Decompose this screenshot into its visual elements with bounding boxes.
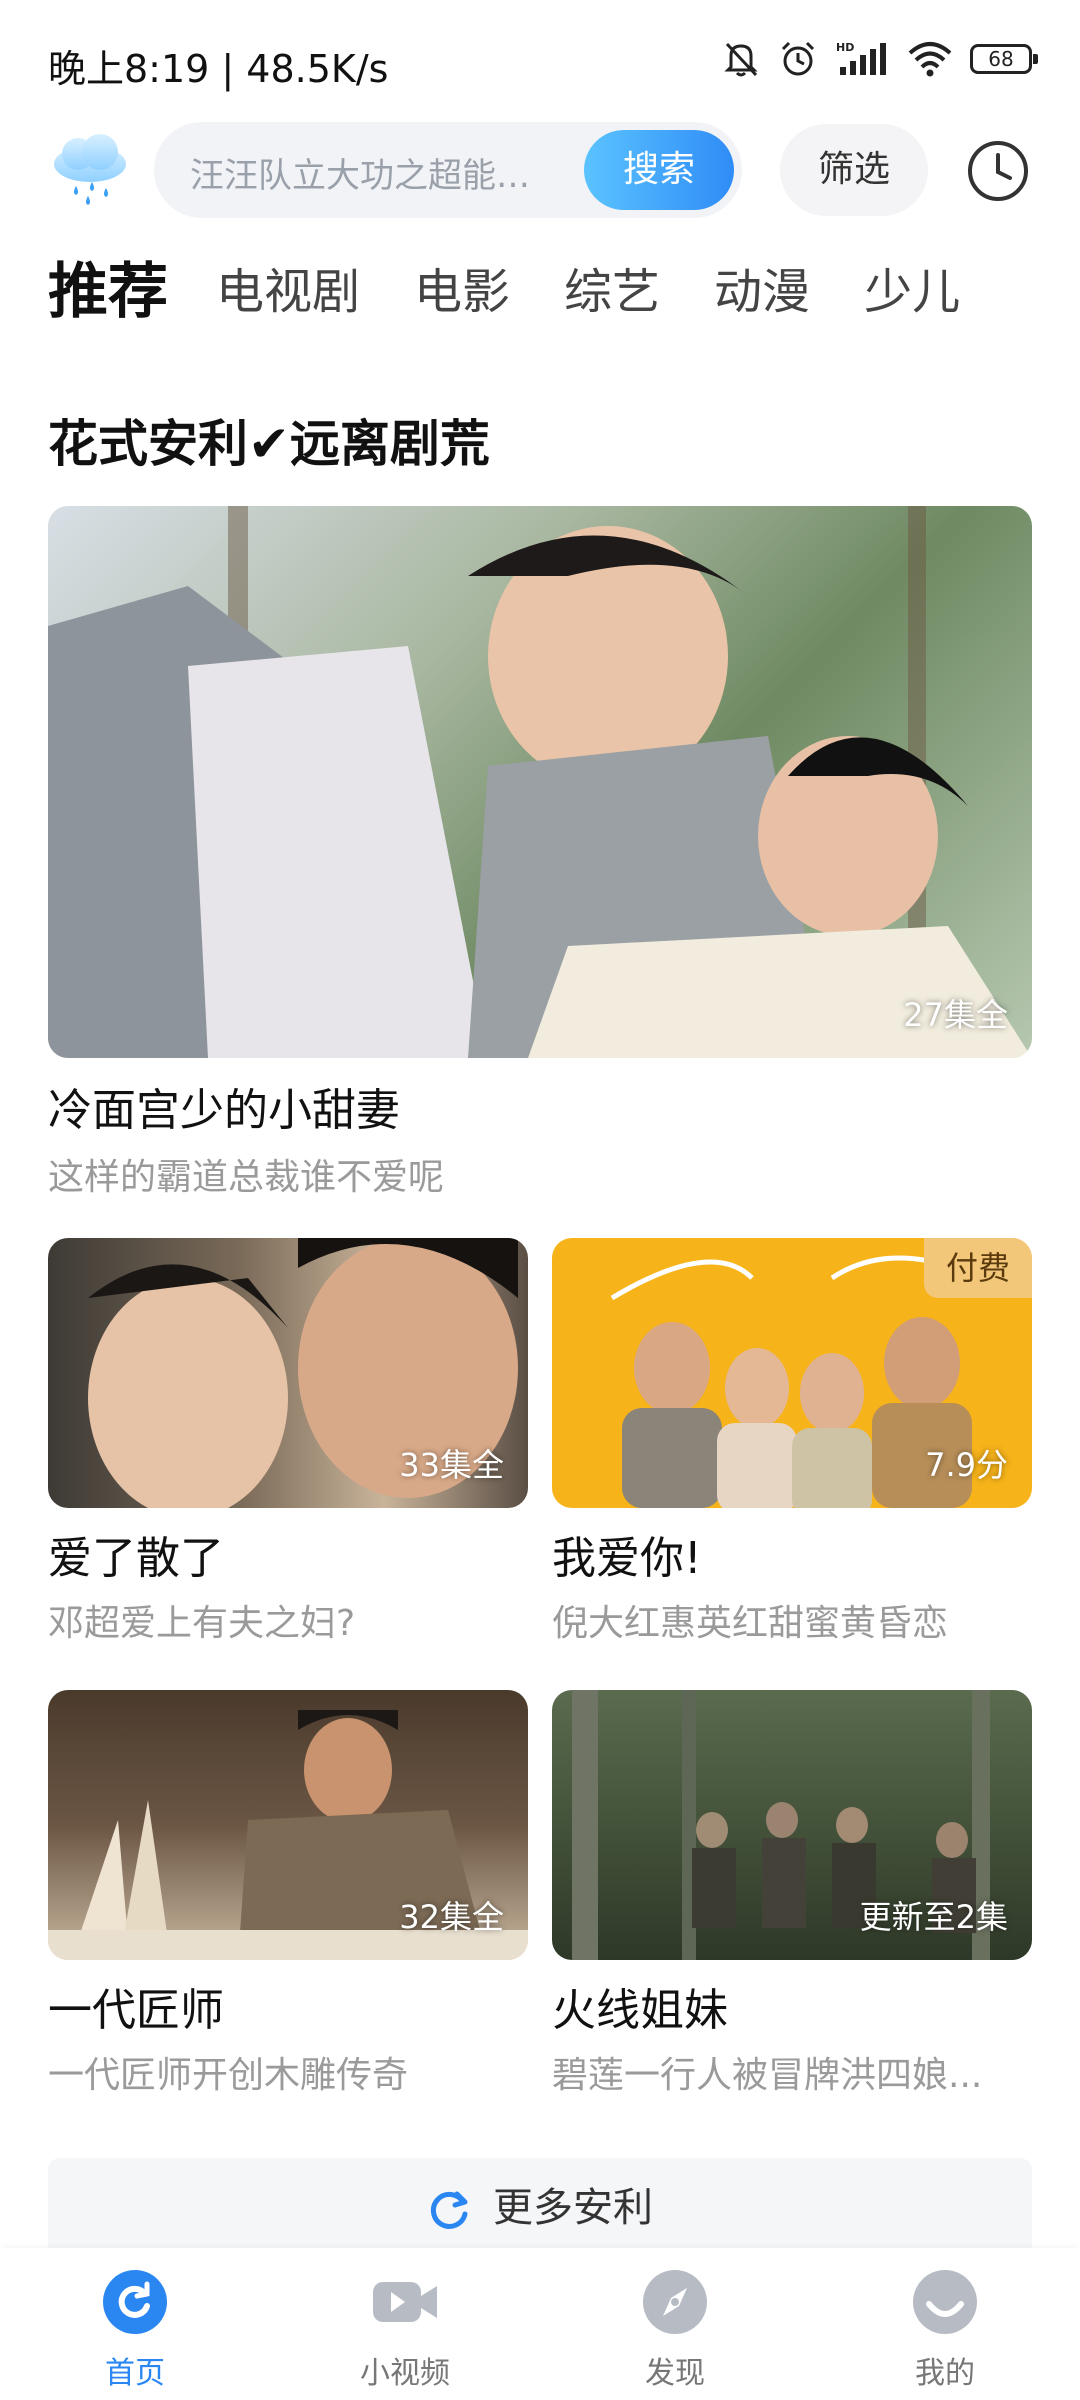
refresh-icon (430, 2191, 468, 2229)
featured-poster-art (48, 506, 1032, 1058)
featured-title[interactable]: 冷面宫少的小甜妻 (48, 1074, 400, 1138)
battery-icon: 68 (970, 44, 1038, 74)
section-title: 花式安利✔远离剧荒 (48, 415, 490, 473)
featured-subtitle: 这样的霸道总裁谁不爱呢 (48, 1157, 445, 1198)
episode-badge: 27集全 (903, 996, 1008, 1034)
poster-image[interactable]: 更新至2集 (552, 1690, 1032, 1960)
tab-variety[interactable]: 综艺 (564, 252, 660, 332)
hd-signal-icon: HD (836, 41, 886, 75)
filter-button[interactable]: 筛选 (780, 124, 928, 216)
item-subtitle: 倪大红惠英红甜蜜黄昏恋 (552, 1603, 949, 1644)
list-item[interactable]: 33集全 爱了散了 邓超爱上有夫之妇? (48, 1238, 528, 1658)
weather-rain-icon[interactable] (48, 128, 132, 212)
tab-movies[interactable]: 电影 (414, 252, 510, 332)
status-icons: HD 68 (722, 34, 1038, 84)
svg-text:HD: HD (836, 41, 854, 54)
tab-tv-series[interactable]: 电视剧 (216, 252, 360, 332)
search-button[interactable]: 搜索 (584, 130, 734, 210)
poster-image[interactable]: 付费 7.9分 (552, 1238, 1032, 1508)
nav-discover[interactable]: 发现 (540, 2248, 810, 2400)
wifi-icon (908, 42, 952, 77)
item-title[interactable]: 爱了散了 (48, 1522, 224, 1586)
history-clock-icon[interactable] (965, 138, 1031, 204)
status-time: 晚上8:19 | 48.5K/s (48, 47, 389, 91)
more-recommendations-button[interactable]: 更多安利 (48, 2158, 1032, 2258)
bottom-nav: 首页 小视频 发现 我的 (0, 2248, 1080, 2400)
tab-recommend[interactable]: 推荐 (48, 252, 168, 332)
nav-label: 我的 (915, 2356, 975, 2391)
nav-profile[interactable]: 我的 (810, 2248, 1080, 2400)
featured-card[interactable]: 27集全 冷面宫少的小甜妻 这样的霸道总裁谁不爱呢 (48, 506, 1032, 1206)
nav-label: 发现 (645, 2356, 705, 2391)
mute-bell-icon (724, 42, 758, 77)
tab-kids[interactable]: 少儿 (864, 252, 960, 332)
featured-poster[interactable]: 27集全 (48, 506, 1032, 1058)
rating-badge: 7.9分 (925, 1446, 1008, 1484)
status-bar: 晚上8:19 | 48.5K/s HD 68 (0, 0, 1080, 120)
search-placeholder: 汪汪队立大功之超能救援 (190, 156, 556, 196)
item-title[interactable]: 我爱你! (552, 1522, 702, 1586)
list-item[interactable]: 更新至2集 火线姐妹 碧莲一行人被冒牌洪四娘... (552, 1690, 1032, 2110)
home-icon (103, 2270, 167, 2334)
compass-icon (643, 2270, 707, 2334)
alarm-icon (781, 41, 815, 76)
poster-image[interactable]: 32集全 (48, 1690, 528, 1960)
profile-icon (913, 2270, 977, 2334)
category-tabs: 推荐 电视剧 电影 综艺 动漫 少儿 (48, 252, 1014, 332)
more-label: 更多安利 (493, 2185, 653, 2231)
item-subtitle: 一代匠师开创木雕传奇 (48, 2055, 409, 2096)
episode-badge: 33集全 (399, 1446, 504, 1484)
tab-anime[interactable]: 动漫 (714, 252, 810, 332)
nav-home[interactable]: 首页 (0, 2248, 270, 2400)
nav-short-video[interactable]: 小视频 (270, 2248, 540, 2400)
nav-label: 首页 (105, 2356, 165, 2391)
list-item[interactable]: 付费 7.9分 我爱你! 倪大红惠英红甜蜜黄昏恋 (552, 1238, 1032, 1658)
episode-badge: 更新至2集 (859, 1898, 1008, 1936)
item-title[interactable]: 一代匠师 (48, 1974, 224, 2038)
item-subtitle: 碧莲一行人被冒牌洪四娘... (552, 2055, 983, 2096)
poster-image[interactable]: 33集全 (48, 1238, 528, 1508)
item-subtitle: 邓超爱上有夫之妇? (48, 1603, 356, 1644)
item-title[interactable]: 火线姐妹 (552, 1974, 728, 2038)
episode-badge: 32集全 (399, 1898, 504, 1936)
nav-label: 小视频 (360, 2356, 450, 2391)
search-input[interactable]: 汪汪队立大功之超能救援 搜索 (154, 122, 742, 218)
video-camera-icon (373, 2282, 437, 2322)
list-item[interactable]: 32集全 一代匠师 一代匠师开创木雕传奇 (48, 1690, 528, 2110)
paid-tag: 付费 (924, 1238, 1032, 1298)
